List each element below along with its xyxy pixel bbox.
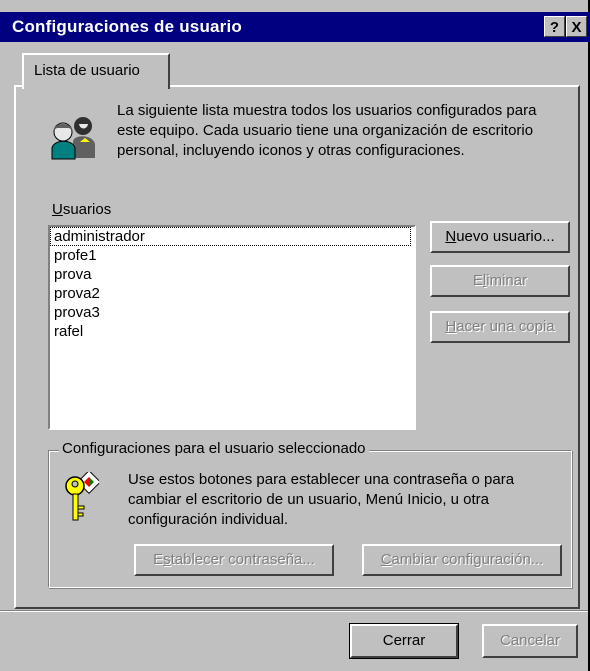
group-description: Use estos botones para establecer una co… [128, 471, 515, 528]
set-password-prefix: E [153, 551, 164, 568]
group-legend: Configuraciones para el usuario seleccio… [59, 440, 369, 457]
copy-button[interactable]: Hacer una copia [430, 311, 570, 343]
list-item[interactable]: prova3 [50, 303, 411, 322]
list-item[interactable]: administrador [50, 227, 411, 246]
change-settings-access-key: C [380, 551, 392, 568]
set-password-access-key: s [163, 551, 171, 568]
keys-icon [63, 469, 102, 524]
cancel-button[interactable]: Cancelar [482, 624, 578, 658]
list-item[interactable]: profe1 [50, 246, 411, 265]
users-label: Usuarios [52, 201, 111, 218]
dialog-window: Configuraciones de usuario ? X Lista de … [0, 0, 590, 671]
change-settings-button[interactable]: Cambiar configuración... [362, 544, 562, 576]
set-password-label: tablecer contraseña... [170, 551, 315, 568]
help-button[interactable]: ? [544, 16, 565, 37]
close-button[interactable]: Cerrar [349, 623, 459, 659]
copy-label: acer una copia [456, 318, 555, 335]
tab-user-list[interactable]: Lista de usuario [22, 53, 170, 89]
new-user-access-key: N [445, 228, 457, 245]
change-settings-label: ambiar configuración... [391, 551, 544, 568]
list-item[interactable]: prova [50, 265, 411, 284]
title-bar[interactable]: Configuraciones de usuario ? X [0, 12, 590, 42]
delete-label-prefix: E [472, 272, 483, 289]
users-listbox[interactable]: administrador profe1 prova prova2 prova3… [48, 225, 416, 430]
window-title: Configuraciones de usuario [12, 17, 243, 36]
set-password-button[interactable]: Establecer contraseña... [134, 544, 334, 576]
close-window-button[interactable]: X [566, 16, 587, 37]
copy-access-key: H [445, 318, 457, 335]
users-icon [49, 112, 99, 160]
list-item[interactable]: prova2 [50, 284, 411, 303]
new-user-label: uevo usuario... [456, 228, 555, 245]
delete-button[interactable]: Eliminar [430, 265, 570, 297]
users-label-text: suarios [62, 201, 112, 218]
footer-divider [0, 610, 588, 612]
users-label-access-key: U [52, 201, 63, 218]
new-user-button[interactable]: Nuevo usuario... [430, 221, 570, 253]
tab-user-list-label: Lista de usuario [34, 62, 140, 79]
list-item[interactable]: rafel [50, 322, 411, 341]
intro-description: La siguiente lista muestra todos los usu… [117, 102, 537, 159]
delete-label: iminar [486, 272, 528, 289]
